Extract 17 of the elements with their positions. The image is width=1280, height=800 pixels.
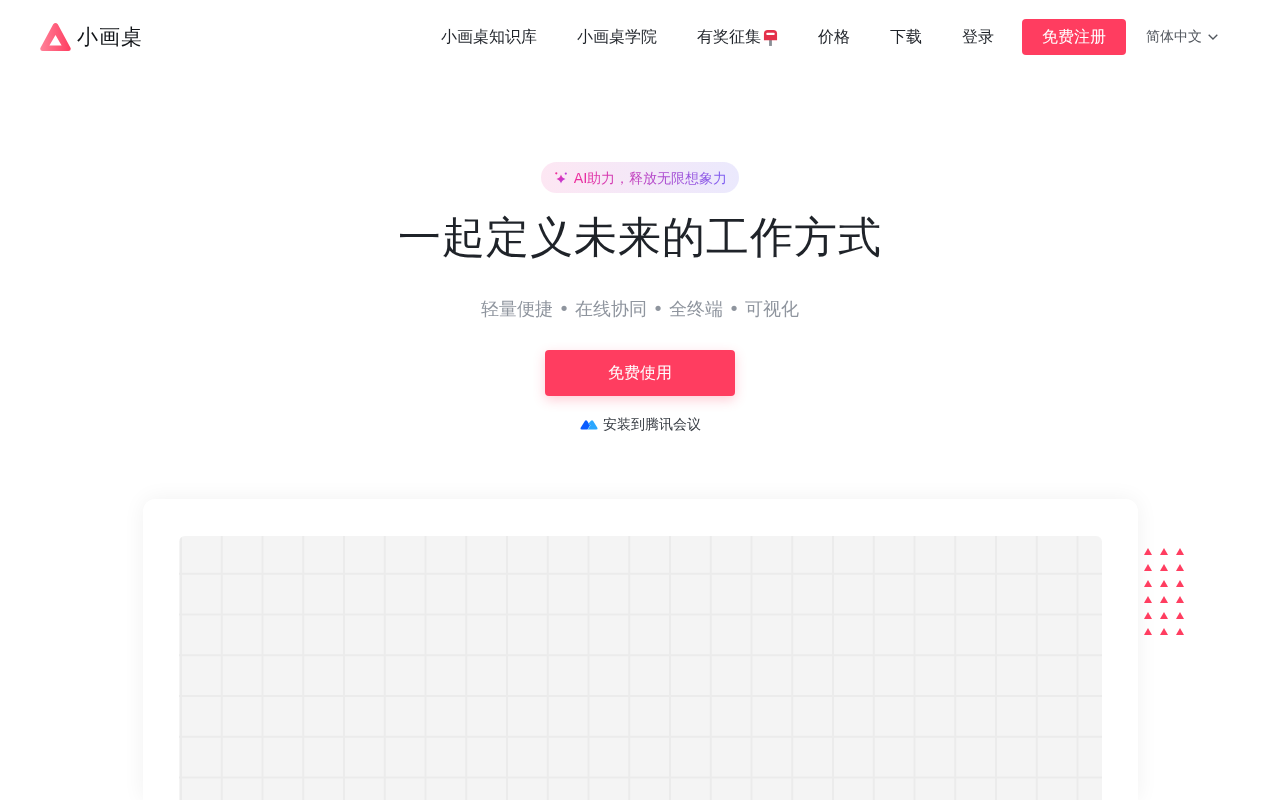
nav-link[interactable]: 价格	[818, 26, 850, 48]
language-selector[interactable]: 简体中文	[1146, 28, 1218, 46]
logo-text: 小画桌	[77, 24, 143, 51]
hero-subtitle: 轻量便捷 • 在线协同 • 全终端 • 可视化	[480, 297, 800, 321]
nav-link[interactable]: 下载	[890, 26, 922, 48]
sparkle-icon	[554, 171, 567, 184]
nav-link[interactable]: 登录	[962, 26, 994, 48]
logo-triangle-icon	[40, 23, 71, 51]
nav-link[interactable]: 有奖征集	[697, 26, 778, 48]
nav-link[interactable]: 小画桌学院	[577, 26, 657, 48]
install-link[interactable]: 安装到腾讯会议	[579, 414, 701, 434]
nav-link[interactable]: 小画桌知识库	[441, 26, 537, 48]
chevron-down-icon	[1208, 34, 1218, 40]
hero-title: 一起定义未来的工作方式	[398, 211, 882, 264]
peaks-icon	[579, 418, 598, 430]
triangle-pattern-icon	[1143, 548, 1184, 636]
postbox-icon	[763, 28, 778, 46]
